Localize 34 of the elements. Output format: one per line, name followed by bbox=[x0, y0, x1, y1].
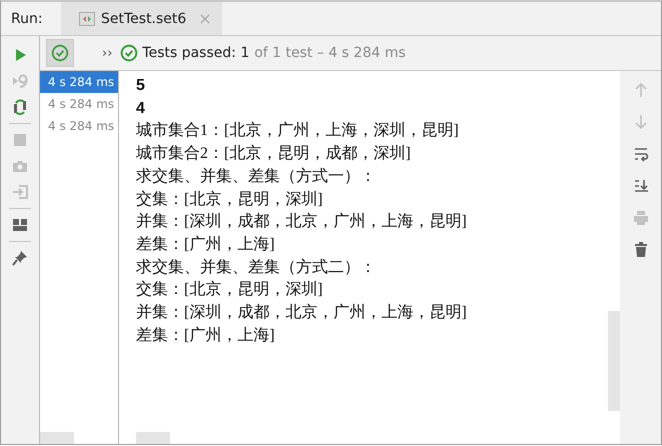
console-line: 求交集、并集、差集（方式二）： bbox=[136, 258, 377, 278]
trash-icon[interactable] bbox=[632, 242, 648, 258]
test-duration-item[interactable]: 4 s 284 ms bbox=[40, 71, 118, 93]
soft-wrap-icon[interactable] bbox=[632, 146, 648, 162]
check-circle-icon bbox=[51, 44, 69, 62]
scrollbar[interactable] bbox=[136, 432, 170, 444]
scrollbar[interactable] bbox=[608, 311, 620, 411]
tests-status: Tests passed: 1 bbox=[142, 45, 250, 61]
console-line: 交集：[北京，昆明，深圳] bbox=[136, 190, 324, 210]
console-line: 5 bbox=[136, 76, 146, 96]
console-line: 城市集合2：[北京，昆明，成都，深圳] bbox=[136, 144, 412, 164]
console-line: 差集：[广州，上海] bbox=[136, 326, 276, 346]
tests-detail: of 1 test – 4 s 284 ms bbox=[254, 45, 406, 61]
run-label: Run: bbox=[10, 10, 44, 26]
console-line: 4 bbox=[136, 98, 146, 119]
layout-icon[interactable] bbox=[12, 217, 28, 233]
console-line: 交集：[北京，昆明，深圳] bbox=[136, 280, 324, 300]
console-line: 差集：[广州，上海] bbox=[136, 234, 276, 255]
console-line: 并集：[深圳，成都，北京，广州，上海，昆明] bbox=[136, 302, 468, 324]
scrollbar[interactable] bbox=[40, 432, 74, 444]
show-passed-button[interactable] bbox=[46, 39, 74, 67]
expand-toggle[interactable]: ›› bbox=[102, 46, 112, 60]
pin-icon[interactable] bbox=[12, 250, 28, 266]
test-duration-item[interactable]: 4 s 284 ms bbox=[40, 93, 118, 115]
editor-tab[interactable]: SetTest.set6 × bbox=[61, 2, 222, 35]
console-line: 求交集、并集、差集（方式一）： bbox=[136, 166, 377, 187]
console-line: 并集：[深圳，成都，北京，广州，上海，昆明] bbox=[136, 212, 468, 232]
console-line: 城市集合1：[北京，广州，上海，深圳，昆明] bbox=[136, 120, 460, 142]
test-config-icon bbox=[79, 10, 95, 26]
scroll-to-end-icon[interactable] bbox=[632, 178, 648, 194]
tab-label[interactable]: SetTest.set6 bbox=[101, 10, 186, 26]
toggle-icon[interactable] bbox=[12, 99, 28, 115]
test-duration-item[interactable]: 4 s 284 ms bbox=[40, 115, 118, 137]
check-circle-icon bbox=[120, 44, 138, 62]
